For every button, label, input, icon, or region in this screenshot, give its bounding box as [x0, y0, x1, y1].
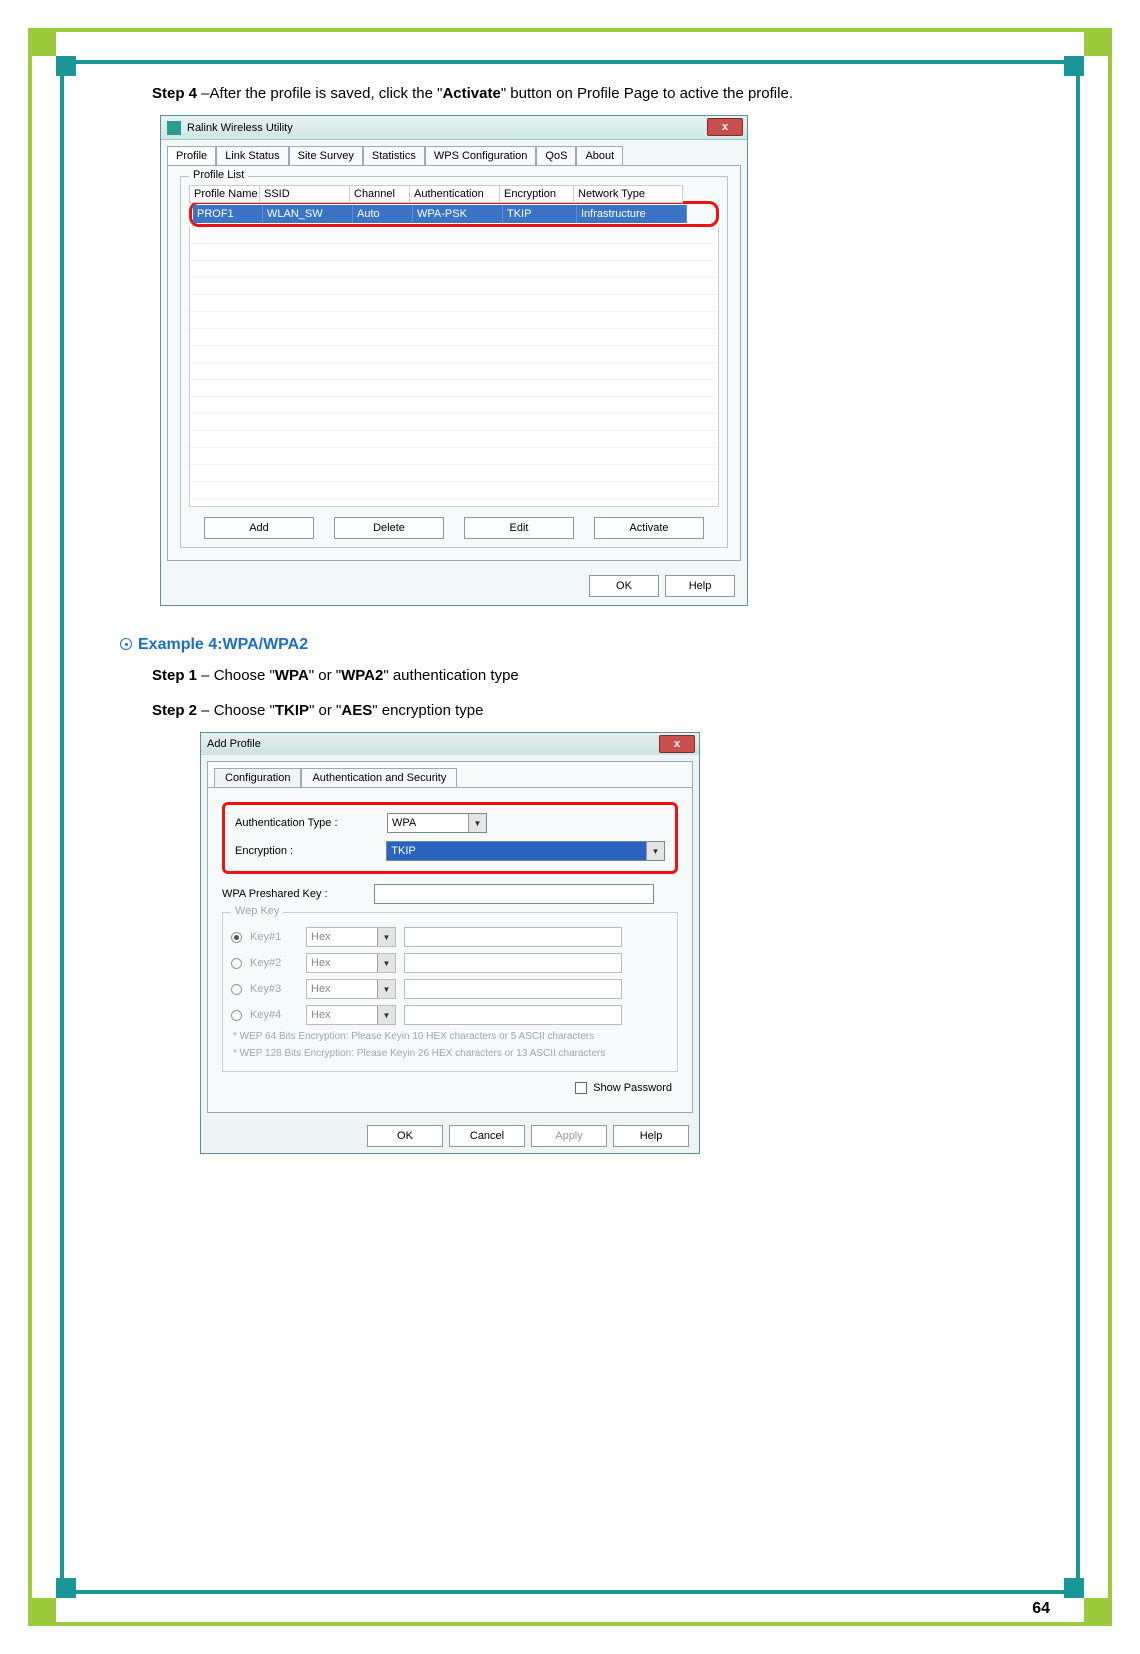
- wep-note-64: * WEP 64 Bits Encryption: Please Keyin 1…: [233, 1031, 669, 1042]
- tab-link-status[interactable]: Link Status: [216, 146, 288, 165]
- key4-format-select[interactable]: Hex▼: [306, 1005, 396, 1025]
- tab-strip: Profile Link Status Site Survey Statisti…: [161, 140, 747, 165]
- cancel-button[interactable]: Cancel: [449, 1125, 525, 1147]
- key1-input[interactable]: [404, 927, 622, 947]
- psk-label: WPA Preshared Key :: [222, 888, 374, 900]
- key1-radio[interactable]: [231, 932, 242, 943]
- group-label: Profile List: [189, 169, 248, 181]
- tab-configuration[interactable]: Configuration: [214, 768, 301, 787]
- encryption-select[interactable]: TKIP ▼: [386, 841, 665, 861]
- wep-group-label: Wep Key: [231, 905, 283, 917]
- key3-radio[interactable]: [231, 984, 242, 995]
- window-title: Ralink Wireless Utility: [187, 122, 293, 134]
- close-button[interactable]: x: [707, 118, 743, 136]
- example-heading: Example 4:WPA/WPA2: [120, 636, 1000, 654]
- auth-type-select[interactable]: WPA ▼: [387, 813, 487, 833]
- tab-about[interactable]: About: [576, 146, 623, 165]
- titlebar: Add Profile x: [201, 733, 699, 755]
- ok-button[interactable]: OK: [589, 575, 659, 597]
- help-button[interactable]: Help: [665, 575, 735, 597]
- wep-note-128: * WEP 128 Bits Encryption: Please Keyin …: [233, 1048, 669, 1059]
- key3-input[interactable]: [404, 979, 622, 999]
- page-number: 64: [1032, 1600, 1050, 1618]
- key1-format-select[interactable]: Hex▼: [306, 927, 396, 947]
- titlebar: Ralink Wireless Utility x: [161, 116, 747, 140]
- chevron-down-icon: ▼: [377, 954, 395, 972]
- ralink-utility-window: Ralink Wireless Utility x Profile Link S…: [160, 115, 748, 606]
- document-content: Step 4 –After the profile is saved, clic…: [120, 80, 1000, 1154]
- edit-button[interactable]: Edit: [464, 517, 574, 539]
- highlighted-row: PROF1 WLAN_SW Auto WPA-PSK TKIP Infrastr…: [189, 201, 719, 227]
- tab-profile[interactable]: Profile: [167, 146, 216, 165]
- show-password-checkbox[interactable]: [575, 1082, 587, 1094]
- profile-list-group: Profile List Profile Name SSID Channel A…: [180, 176, 728, 548]
- key2-format-select[interactable]: Hex▼: [306, 953, 396, 973]
- activate-button[interactable]: Activate: [594, 517, 704, 539]
- step4-text: Step 4 –After the profile is saved, clic…: [152, 80, 1000, 107]
- psk-input[interactable]: [374, 884, 654, 904]
- chevron-down-icon: ▼: [377, 1006, 395, 1024]
- key2-radio[interactable]: [231, 958, 242, 969]
- step2-text: Step 2 – Choose "TKIP" or "AES" encrypti…: [152, 697, 1000, 724]
- add-button[interactable]: Add: [204, 517, 314, 539]
- key4-radio[interactable]: [231, 1010, 242, 1021]
- bullet-icon: [120, 638, 132, 650]
- delete-button[interactable]: Delete: [334, 517, 444, 539]
- add-profile-window: Add Profile x Configuration Authenticati…: [200, 732, 700, 1154]
- help-button[interactable]: Help: [613, 1125, 689, 1147]
- show-password-label: Show Password: [593, 1082, 672, 1094]
- app-icon: [167, 121, 181, 135]
- chevron-down-icon: ▼: [646, 842, 664, 860]
- profile-list-header: Profile Name SSID Channel Authentication…: [189, 185, 719, 203]
- tab-qos[interactable]: QoS: [536, 146, 576, 165]
- chevron-down-icon: ▼: [468, 814, 486, 832]
- step1-text: Step 1 – Choose "WPA" or "WPA2" authenti…: [152, 662, 1000, 689]
- profile-list-empty: [189, 227, 719, 507]
- key2-input[interactable]: [404, 953, 622, 973]
- auth-type-label: Authentication Type :: [235, 817, 387, 829]
- highlighted-auth-enc: Authentication Type : WPA ▼ Encryption :…: [222, 802, 678, 874]
- key3-format-select[interactable]: Hex▼: [306, 979, 396, 999]
- chevron-down-icon: ▼: [377, 928, 395, 946]
- chevron-down-icon: ▼: [377, 980, 395, 998]
- window-title: Add Profile: [207, 738, 261, 750]
- wep-key-group: Wep Key Key#1 Hex▼ Key#2 Hex▼: [222, 912, 678, 1072]
- key4-input[interactable]: [404, 1005, 622, 1025]
- ok-button[interactable]: OK: [367, 1125, 443, 1147]
- tab-statistics[interactable]: Statistics: [363, 146, 425, 165]
- tab-auth-security[interactable]: Authentication and Security: [301, 768, 457, 787]
- close-button[interactable]: x: [659, 735, 695, 753]
- tab-wps-config[interactable]: WPS Configuration: [425, 146, 537, 165]
- profile-row[interactable]: PROF1 WLAN_SW Auto WPA-PSK TKIP Infrastr…: [193, 205, 715, 223]
- encryption-label: Encryption :: [235, 845, 386, 857]
- tab-site-survey[interactable]: Site Survey: [289, 146, 363, 165]
- apply-button[interactable]: Apply: [531, 1125, 607, 1147]
